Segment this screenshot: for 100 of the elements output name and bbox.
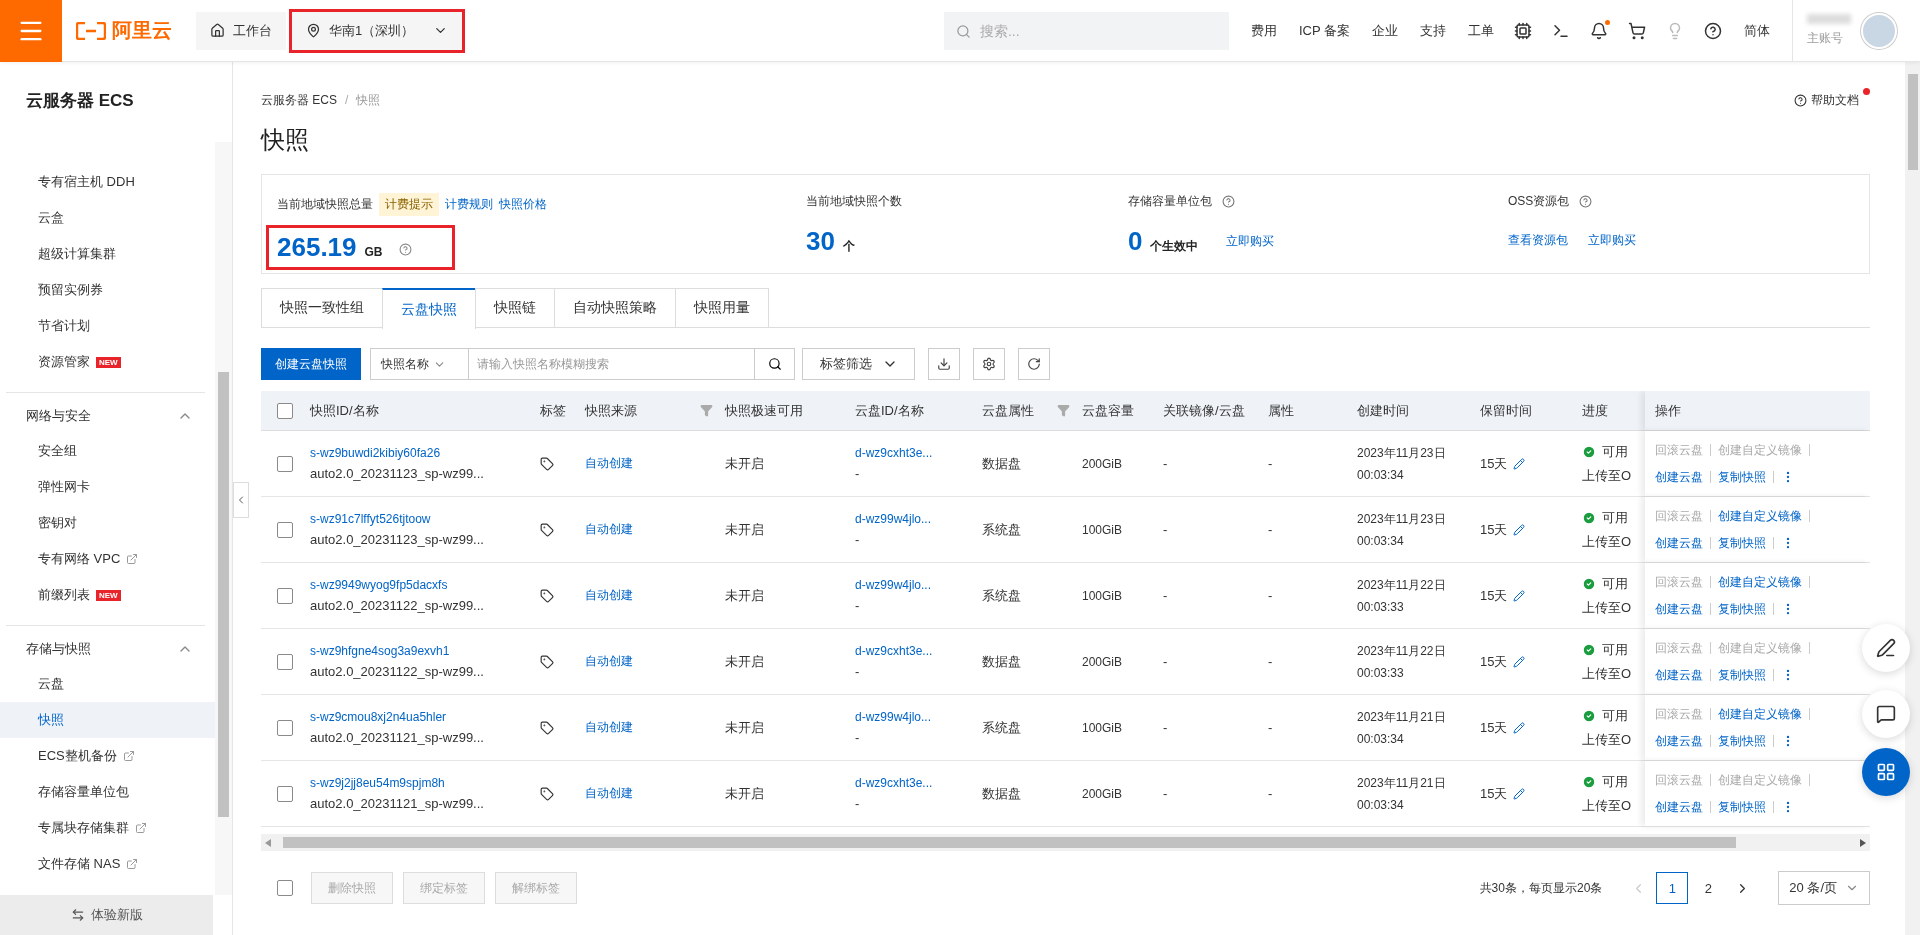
sidebar-item[interactable]: 安全组	[0, 433, 215, 469]
sidebar-item[interactable]: 专属块存储集群	[0, 810, 215, 846]
action-link[interactable]: 复制快照	[1718, 600, 1766, 618]
action-link[interactable]: 复制快照	[1718, 534, 1766, 552]
language-link[interactable]: 简体	[1744, 21, 1770, 40]
action-link[interactable]: 创建云盘	[1655, 534, 1703, 552]
create-snapshot-button[interactable]: 创建云盘快照	[261, 348, 361, 380]
tag-icon[interactable]	[540, 720, 554, 735]
tag-icon[interactable]	[540, 588, 554, 603]
action-link[interactable]: 复制快照	[1718, 732, 1766, 750]
refresh-button[interactable]	[1018, 348, 1050, 380]
sidebar-item[interactable]: ECS整机备份	[0, 738, 215, 774]
nav-link[interactable]: 企业	[1372, 21, 1398, 40]
disk-id-link[interactable]: d-wz9cxht3e...	[855, 446, 982, 460]
sidebar-item[interactable]: 资源管家 NEW	[0, 344, 215, 380]
snapshot-id-link[interactable]: s-wz9949wyog9fp5dacxfs	[310, 578, 540, 592]
action-link[interactable]: 复制快照	[1718, 468, 1766, 486]
checkbox[interactable]	[277, 402, 293, 419]
search-button[interactable]	[755, 348, 795, 380]
menu-button[interactable]	[0, 0, 62, 62]
checkbox[interactable]	[277, 785, 293, 802]
stat-link[interactable]: 计费规则	[445, 196, 493, 213]
action-link[interactable]: 创建自定义镜像	[1718, 573, 1802, 591]
sidebar-item[interactable]: 专有宿主机 DDH	[0, 164, 215, 200]
nav-link[interactable]: 工单	[1468, 21, 1494, 40]
action-link[interactable]: 创建自定义镜像	[1718, 705, 1802, 723]
edit-icon[interactable]	[1513, 523, 1526, 536]
checkbox[interactable]	[277, 587, 293, 604]
disk-id-link[interactable]: d-wz99w4jlo...	[855, 710, 982, 724]
edit-icon[interactable]	[1513, 787, 1526, 800]
action-link[interactable]: 创建云盘	[1655, 666, 1703, 684]
sidebar-item[interactable]: 文件存储 NAS	[0, 846, 215, 882]
tag-icon[interactable]	[540, 456, 554, 471]
disk-id-link[interactable]: d-wz99w4jlo...	[855, 578, 982, 592]
sidebar-item[interactable]: 超级计算集群	[0, 236, 215, 272]
chip-icon[interactable]	[1514, 21, 1532, 40]
sidebar-item[interactable]: 前缀列表 NEW	[0, 577, 215, 613]
search-field[interactable]: 请输入快照名称模糊搜索	[469, 348, 755, 380]
source-link[interactable]: 自动创建	[585, 587, 725, 604]
section-header[interactable]: 网络与安全	[6, 393, 205, 433]
action-link[interactable]: 复制快照	[1718, 798, 1766, 816]
help-icon[interactable]	[1704, 21, 1722, 40]
nav-link[interactable]: 费用	[1250, 21, 1277, 40]
action-link[interactable]: 创建云盘	[1655, 468, 1703, 486]
source-link[interactable]: 自动创建	[585, 719, 725, 736]
source-link[interactable]: 自动创建	[585, 653, 725, 670]
tag-filter-button[interactable]: 标签筛选	[802, 348, 915, 380]
snapshot-id-link[interactable]: s-wz9hfgne4sog3a9exvh1	[310, 644, 540, 658]
checkbox[interactable]	[277, 653, 293, 670]
checkbox[interactable]	[277, 719, 293, 736]
action-link[interactable]: 创建云盘	[1655, 600, 1703, 618]
download-button[interactable]	[928, 348, 960, 380]
region-selector[interactable]: 华南1（深圳）	[292, 11, 462, 50]
checkbox[interactable]	[277, 455, 293, 472]
section-header[interactable]: 存储与快照	[6, 626, 205, 666]
sidebar-item[interactable]: 节省计划	[0, 308, 215, 344]
horizontal-scrollbar[interactable]	[261, 834, 1870, 851]
checkbox[interactable]	[277, 880, 293, 896]
new-version-button[interactable]: 体验新版	[0, 895, 213, 935]
sidebar-item[interactable]: 专有网络 VPC	[0, 541, 215, 577]
help-link[interactable]: 帮助文档	[1794, 91, 1870, 109]
disk-id-link[interactable]: d-wz9cxht3e...	[855, 644, 982, 658]
snapshot-id-link[interactable]: s-wz9buwdi2kibiy60fa26	[310, 446, 540, 460]
tag-icon[interactable]	[540, 654, 554, 669]
sidebar-item[interactable]: 预留实例券	[0, 272, 215, 308]
stat-link[interactable]: 立即购买	[1226, 233, 1275, 250]
action-link[interactable]: 复制快照	[1718, 666, 1766, 684]
sidebar-item[interactable]: 存储容量单位包	[0, 774, 215, 810]
nav-link[interactable]: ICP 备案	[1298, 21, 1350, 40]
sidebar-item[interactable]: 弹性网卡	[0, 469, 215, 505]
tab[interactable]: 快照用量	[675, 288, 769, 327]
search-field[interactable]: 搜索...	[943, 11, 1229, 50]
tab[interactable]: 云盘快照	[382, 288, 476, 329]
action-link[interactable]: 创建自定义镜像	[1718, 507, 1802, 525]
page-size-select[interactable]: 20 条/页	[1778, 871, 1870, 905]
snapshot-id-link[interactable]: s-wz91c7lffyt526tjtoow	[310, 512, 540, 526]
sidebar-item[interactable]: 云盘	[0, 666, 215, 702]
workbench-button[interactable]: 工作台	[196, 11, 286, 50]
source-link[interactable]: 自动创建	[585, 785, 725, 802]
edit-icon[interactable]	[1513, 589, 1526, 602]
scrollbar[interactable]	[215, 142, 232, 895]
tag-icon[interactable]	[540, 522, 554, 537]
sidebar-item[interactable]: 快照	[0, 702, 215, 738]
action-link[interactable]: 创建云盘	[1655, 732, 1703, 750]
action-link[interactable]: 创建云盘	[1655, 798, 1703, 816]
tag-icon[interactable]	[540, 786, 554, 801]
field-select[interactable]: 快照名称	[370, 348, 469, 380]
page-button[interactable]: 1	[1656, 872, 1689, 904]
bell-icon[interactable]	[1590, 21, 1608, 40]
tab[interactable]: 快照一致性组	[261, 288, 383, 327]
nav-link[interactable]: 支持	[1420, 21, 1446, 40]
stat-link[interactable]: 立即购买	[1588, 232, 1636, 249]
cart-icon[interactable]	[1628, 21, 1646, 40]
edit-icon[interactable]	[1513, 721, 1526, 734]
source-link[interactable]: 自动创建	[585, 455, 725, 472]
disk-id-link[interactable]: d-wz99w4jlo...	[855, 512, 982, 526]
snapshot-id-link[interactable]: s-wz9cmou8xj2n4ua5hler	[310, 710, 540, 724]
stat-link[interactable]: 快照价格	[499, 196, 547, 213]
sidebar-item[interactable]: 云盒	[0, 200, 215, 236]
settings-button[interactable]	[973, 348, 1005, 380]
